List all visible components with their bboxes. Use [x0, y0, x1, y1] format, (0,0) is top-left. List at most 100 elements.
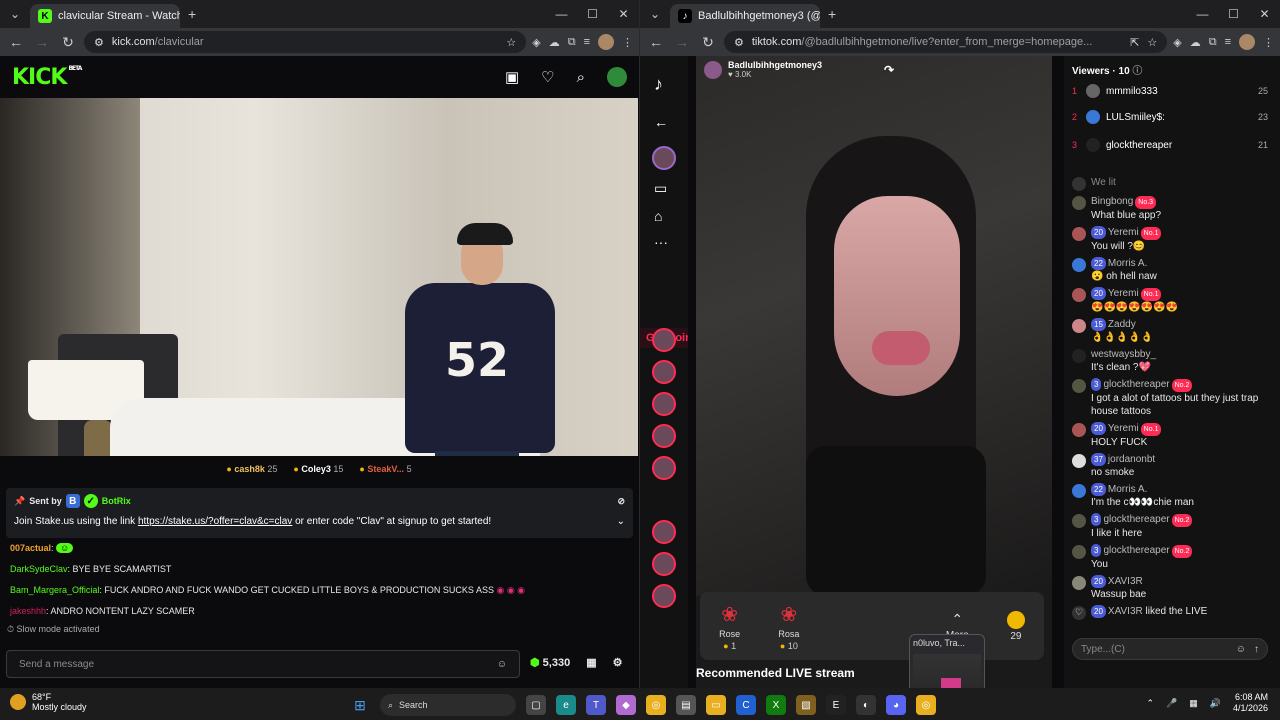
creator-avatar[interactable]: [704, 60, 722, 79]
steam-icon[interactable]: ◐: [856, 695, 876, 715]
user-avatar[interactable]: [607, 67, 627, 87]
kick-balance[interactable]: ⬢ 5,330: [530, 656, 570, 669]
network-icon[interactable]: ▦: [1189, 698, 1198, 709]
profile-avatar[interactable]: [652, 146, 676, 170]
reload-icon[interactable]: ↻: [58, 34, 78, 51]
url-field[interactable]: ⚙ tiktok.com/@badlulbihhgetmone/live?ent…: [724, 31, 1168, 53]
top-viewer[interactable]: 2 LULSmiiley$: 23: [1072, 110, 1268, 124]
bookmark-star-icon[interactable]: ☆: [506, 36, 516, 49]
close-window-icon[interactable]: ✕: [1249, 0, 1280, 28]
minimize-icon[interactable]: —: [1187, 0, 1218, 28]
live-avatar[interactable]: [652, 520, 676, 544]
tab-kick[interactable]: K clavicular Stream - Watch Live ✕: [30, 4, 180, 28]
reload-icon[interactable]: ↻: [698, 34, 718, 51]
top-viewer[interactable]: 1 mmmilo333 25: [1072, 84, 1268, 98]
chat-input[interactable]: Send a message ☺: [6, 650, 520, 678]
menu-icon[interactable]: ⋮: [622, 36, 633, 49]
stream-video[interactable]: 52 mWg: [0, 98, 638, 456]
menu-icon[interactable]: ⋮: [1263, 36, 1274, 49]
edge-icon[interactable]: e: [556, 695, 576, 715]
store-icon[interactable]: ▤: [676, 695, 696, 715]
minimize-icon[interactable]: —: [546, 0, 577, 28]
kick-logo[interactable]: KICK BETA: [12, 65, 82, 90]
volume-icon[interactable]: 🔊: [1210, 698, 1221, 709]
gift-rose[interactable]: ❀ Rose ● 1: [719, 602, 740, 651]
back-icon[interactable]: ←: [6, 34, 26, 50]
site-info-icon[interactable]: ⚙: [734, 36, 744, 49]
tray-chevron-icon[interactable]: ⌃: [1146, 698, 1154, 709]
reading-list-icon[interactable]: ≡: [1225, 36, 1231, 48]
live-avatar[interactable]: [652, 584, 676, 608]
live-avatar[interactable]: [652, 424, 676, 448]
profile-avatar[interactable]: [1239, 34, 1255, 50]
extension-icon[interactable]: ◈: [532, 36, 540, 49]
gifter-2[interactable]: ● Coley3 15: [293, 464, 343, 474]
forward-icon[interactable]: →: [32, 34, 52, 50]
collapse-arrow-icon[interactable]: ←: [654, 114, 668, 130]
search-icon[interactable]: ⌕: [577, 69, 585, 86]
top-viewer[interactable]: 3 glockthereaper 21: [1072, 138, 1268, 152]
xbox-icon[interactable]: X: [766, 695, 786, 715]
extension-cloud-icon[interactable]: ☁: [549, 36, 560, 49]
settings-gear-icon[interactable]: ⚙: [613, 656, 623, 669]
live-video[interactable]: [696, 56, 1052, 596]
emoji-icon[interactable]: ☺: [1236, 644, 1246, 655]
discord-icon[interactable]: ◕: [886, 695, 906, 715]
new-tab-icon[interactable]: +: [828, 6, 836, 22]
open-in-app-icon[interactable]: ⇱: [1130, 36, 1139, 49]
emoji-icon[interactable]: ☺: [497, 659, 507, 670]
back-icon[interactable]: ←: [646, 34, 666, 50]
taskbar-search[interactable]: ⌕ Search: [380, 694, 516, 716]
epic-games-icon[interactable]: E: [826, 695, 846, 715]
copilot-icon[interactable]: ◆: [616, 695, 636, 715]
creator-name[interactable]: Badlulbihhgetmoney3: [728, 60, 822, 70]
chrome-icon[interactable]: ◎: [646, 695, 666, 715]
windows-start-icon[interactable]: ⊞: [350, 695, 370, 715]
live-avatar[interactable]: [652, 328, 676, 352]
microphone-icon[interactable]: 🎤: [1166, 698, 1177, 709]
stake-link[interactable]: https://stake.us/?offer=clav&c=clav: [138, 516, 292, 527]
reading-list-icon[interactable]: ≡: [584, 36, 590, 48]
gifter-1[interactable]: ● cash8k 25: [226, 464, 277, 474]
task-view-icon[interactable]: ▢: [526, 695, 546, 715]
new-tab-icon[interactable]: +: [188, 6, 196, 22]
expand-chevron-icon[interactable]: ⌄: [617, 516, 625, 527]
coin-balance[interactable]: 29: [1006, 610, 1025, 642]
browse-icon[interactable]: ▣: [505, 68, 519, 86]
extension-icon[interactable]: ◈: [1173, 36, 1181, 49]
tiktok-chat-input[interactable]: Type...(C) ☺ ↑: [1072, 638, 1268, 660]
explore-icon[interactable]: ⌂: [654, 208, 662, 224]
tab-tiktok[interactable]: ♪ Badlulbihhgetmoney3 (@b 🔊 ✕: [670, 4, 820, 28]
tab-search-icon[interactable]: ⌄: [640, 7, 670, 21]
chrome-active-icon[interactable]: ◎: [916, 695, 936, 715]
pin-sender[interactable]: BotRix: [102, 496, 131, 506]
bookmark-star-icon[interactable]: ☆: [1147, 36, 1157, 49]
unpin-icon[interactable]: ⊘: [617, 496, 625, 507]
live-avatar[interactable]: [652, 552, 676, 576]
store-icon[interactable]: ▦: [586, 656, 596, 669]
share-arrow-icon[interactable]: ↷: [884, 63, 894, 77]
live-avatar[interactable]: [652, 456, 676, 480]
live-avatar[interactable]: [652, 392, 676, 416]
more-dots-icon[interactable]: ···: [654, 234, 668, 250]
maximize-icon[interactable]: ☐: [577, 0, 608, 28]
live-avatar[interactable]: [652, 360, 676, 384]
send-arrow-icon[interactable]: ↑: [1254, 644, 1259, 655]
tab-search-icon[interactable]: ⌄: [0, 7, 30, 21]
weather-widget[interactable]: 68°F Mostly cloudy: [10, 692, 87, 712]
gift-rosa[interactable]: ❀ Rosa ● 10: [778, 602, 799, 651]
extension-puzzle-icon[interactable]: ⧉: [1209, 36, 1217, 49]
extension-puzzle-icon[interactable]: ⧉: [568, 36, 576, 49]
extension-cloud-icon[interactable]: ☁: [1190, 36, 1201, 49]
file-explorer-icon[interactable]: ▭: [706, 695, 726, 715]
discord-popup[interactable]: n0luvo, Tra...: [909, 634, 985, 688]
site-info-icon[interactable]: ⚙: [94, 36, 104, 49]
app-c-icon[interactable]: C: [736, 695, 756, 715]
close-window-icon[interactable]: ✕: [608, 0, 639, 28]
tiktok-logo-icon[interactable]: ♪: [654, 74, 663, 95]
forward-icon[interactable]: →: [672, 34, 692, 50]
live-camera-icon[interactable]: ▭: [654, 180, 667, 197]
app-icon[interactable]: ▧: [796, 695, 816, 715]
clock[interactable]: 6:08 AM 4/1/2026: [1233, 692, 1268, 714]
teams-icon[interactable]: T: [586, 695, 606, 715]
